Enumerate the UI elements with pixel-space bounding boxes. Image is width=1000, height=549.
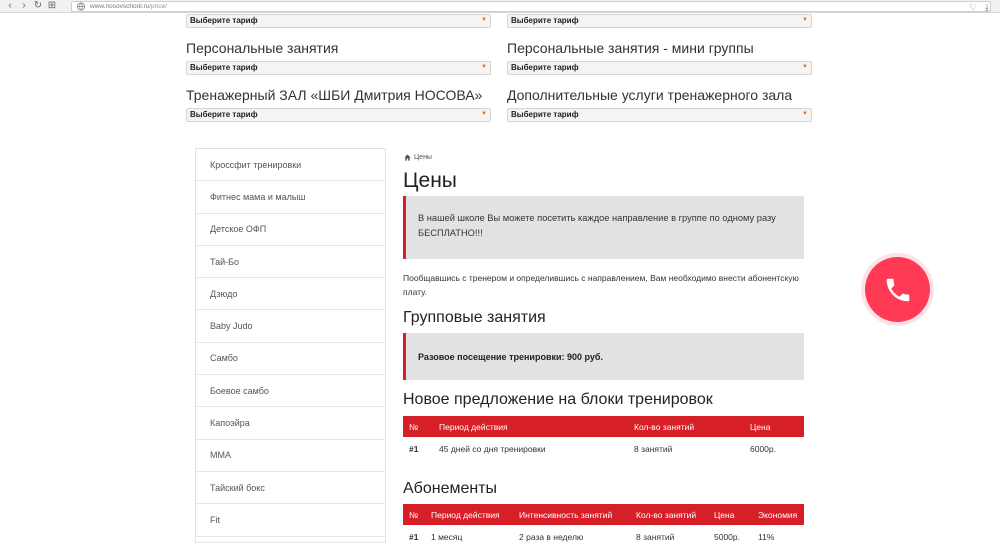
sidebar-item[interactable]: ММА [196,440,385,472]
bookmark-heart-icon[interactable]: ♡ [969,2,977,13]
table-header: Цена [744,416,804,437]
caret-icon: ▼ [802,64,808,70]
table-cell: 45 дней со дня тренировки [439,444,546,454]
sidebar-item[interactable]: Дзюдо [196,278,385,311]
download-icon[interactable]: ⤓ [985,2,989,13]
table-header: Кол-во занятий [628,416,744,437]
caret-icon: ▼ [481,17,487,23]
grid-icon[interactable]: ⊞ [45,0,59,13]
table-header: Кол-во занятий [630,504,708,525]
breadcrumb: Цены [404,154,432,161]
table-cell: 1 месяц [431,532,463,542]
sidebar-item[interactable]: Тайский бокс [196,472,385,505]
address-bar[interactable]: www.nosovschool.ru/price/ ♡ ⤓ [71,1,991,12]
single-visit-notice: Разовое посещение тренировки: 900 руб. [403,333,804,380]
caret-icon: ▼ [481,111,487,117]
table-row: #1 45 дней со дня тренировки 8 занятий 6… [403,437,804,461]
sidebar-item[interactable]: Боевое самбо [196,375,385,408]
home-icon[interactable] [404,154,411,161]
table-cell: 11% [758,532,775,542]
table-header: Интенсивность занятий [513,504,630,525]
table-cell: 2 раза в неделю [519,532,584,542]
caret-icon: ▼ [481,64,487,70]
sidebar-menu: Кроссфит тренировки Фитнес мама и малыш … [195,148,386,543]
blocks-heading: Новое предложение на блоки тренировок [403,391,713,408]
sidebar-item[interactable]: Fit [196,504,385,537]
caret-icon: ▼ [802,17,808,23]
back-icon[interactable]: ‹ [3,0,17,13]
forward-icon[interactable]: › [17,0,31,13]
table-cell: 5000р. [714,532,740,542]
sidebar-item[interactable]: Самбо [196,343,385,376]
subscriptions-heading: Абонементы [403,480,498,497]
sidebar-item[interactable]: Капоэйра [196,407,385,440]
tariff-select-gym[interactable]: Выберите тариф ▼ [186,108,491,122]
reload-icon[interactable]: ↻ [31,0,45,13]
table-header: Период действия [433,416,628,437]
sidebar-item[interactable]: Тай-Бо [196,246,385,279]
table-cell: #1 [409,444,419,454]
table-cell: #1 [409,532,419,542]
tariff-select-personal[interactable]: Выберите тариф ▼ [186,61,491,75]
table-header: № [403,504,425,525]
sidebar-item[interactable]: Кроссфит тренировки [196,149,385,182]
table-cell: 8 занятий [634,444,673,454]
intro-text: Пообщавшись с тренером и определившись с… [403,273,799,297]
table-header: Экономия [752,504,804,525]
breadcrumb-current: Цены [414,154,432,161]
tariff-select-gym-extras[interactable]: Выберите тариф ▼ [507,108,812,122]
caret-icon: ▼ [802,111,808,117]
url-path: /price/ [149,3,167,10]
table-cell: 6000р. [750,444,776,454]
free-trial-notice: В нашей школе Вы можете посетить каждое … [403,196,804,259]
blocks-table: № Период действия Кол-во занятий Цена #1… [403,416,804,461]
tariff-select-top-right[interactable]: Выберите тариф ▼ [507,14,812,28]
tariff-label-gym-extras: Дополнительные услуги тренажерного зала [507,87,793,103]
sidebar-item[interactable]: Фитнес мама и малыш [196,181,385,214]
table-row: #1 1 месяц 2 раза в неделю 8 занятий 500… [403,525,804,549]
tariff-label-personal: Персональные занятия [186,40,339,56]
tariff-select-mini-groups[interactable]: Выберите тариф ▼ [507,61,812,75]
group-classes-heading: Групповые занятия [403,309,546,326]
table-header: Период действия [425,504,513,525]
page-title: Цены [403,169,457,192]
phone-icon [886,278,909,301]
table-cell: 8 занятий [636,532,675,542]
table-header: № [403,416,433,437]
sidebar-item[interactable]: Baby Judo [196,310,385,343]
tariff-label-gym: Тренажерный ЗАЛ «ШБИ Дмитрия НОСОВА» [186,87,483,103]
tariff-label-mini-groups: Персональные занятия - мини группы [507,40,754,56]
sidebar-item[interactable]: Детское ОФП [196,214,385,246]
subscriptions-table: № Период действия Интенсивность занятий … [403,504,804,549]
url-host: www.nosovschool.ru [90,3,150,10]
tariff-select-top-left[interactable]: Выберите тариф ▼ [186,14,491,28]
globe-icon [76,2,86,11]
table-header: Цена [708,504,752,525]
browser-toolbar: ‹ › ↻ ⊞ www.nosovschool.ru/price/ ♡ ⤓ [0,0,1000,13]
call-button[interactable] [865,257,930,322]
